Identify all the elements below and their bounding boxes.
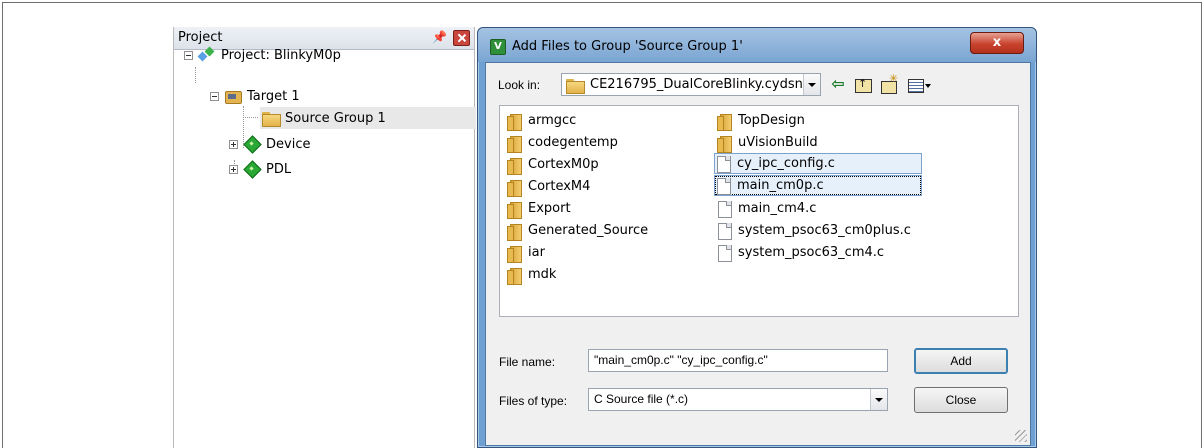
folder-icon [506,223,522,241]
component-icon [243,136,261,152]
item-label: main_cm4.c [738,201,817,216]
tree-node-label: Device [266,136,311,152]
item-label: system_psoc63_cm4.c [738,245,885,260]
target-icon [224,88,242,104]
item-label: CortexM0p [528,157,599,172]
close-button[interactable]: Close [914,387,1008,413]
panel-close-icon[interactable] [453,30,470,46]
file-name-label: File name: [499,355,556,369]
look-in-dropdown[interactable]: CE216795_DualCoreBlinky.cydsn [561,73,821,96]
project-panel-title: Project [178,30,223,45]
folder-icon [506,201,522,219]
file-icon [715,177,731,195]
app-icon: V [490,39,506,55]
tree-node-label: Source Group 1 [285,110,386,126]
tree-node-pdl[interactable]: PDL [229,158,291,180]
folder-icon [716,113,732,131]
tree-guide [243,117,258,118]
item-label: main_cm0p.c [737,178,824,193]
item-label: codegentemp [528,135,618,150]
item-label: CortexM4 [528,179,591,194]
file-icon [716,200,732,218]
folder-icon [262,110,281,127]
folder-icon [506,267,522,285]
file-icon [715,155,731,173]
files-of-type-value: C Source file (*.c) [594,392,689,406]
add-button[interactable]: Add [914,348,1008,374]
tree-node-label: Target 1 [247,88,300,104]
chevron-down-icon[interactable] [803,74,820,95]
item-label: cy_ipc_config.c [737,156,835,171]
chevron-down-icon[interactable] [870,389,887,410]
dialog-body: Look in: CE216795_DualCoreBlinky.cydsn ⇦… [485,62,1031,446]
item-label: iar [528,245,545,260]
folder-icon [566,77,585,94]
folder-icon [506,179,522,197]
pin-icon[interactable]: 📌 [432,30,447,44]
expand-icon[interactable] [229,139,238,149]
file-icon [716,244,732,262]
list-item[interactable]: codegentemp [506,132,618,153]
tree-node-label: Project: BlinkyM0p [221,47,341,63]
files-of-type-select[interactable]: C Source file (*.c) [588,388,888,411]
dialog-titlebar[interactable]: V Add Files to Group 'Source Group 1' x [478,28,1036,62]
folder-icon [716,135,732,153]
folder-icon [506,135,522,153]
folder-icon [506,157,522,175]
up-folder-icon[interactable] [853,75,873,95]
item-label: Generated_Source [528,223,649,238]
file-list[interactable]: armgcc codegentemp CortexM0p CortexM4 Ex… [499,105,1019,317]
component-icon [243,161,261,177]
add-files-dialog: V Add Files to Group 'Source Group 1' x … [477,27,1037,448]
tree-node-project[interactable]: Project: BlinkyM0p [184,44,341,66]
file-icon [716,222,732,240]
tree-node-label: PDL [266,161,292,177]
list-item[interactable]: CortexM4 [506,176,590,197]
list-item[interactable]: Generated_Source [506,220,648,241]
tree-node-device[interactable]: Device [229,133,310,155]
list-item[interactable]: TopDesign [716,110,805,131]
project-icon [198,47,216,63]
dialog-title: Add Files to Group 'Source Group 1' [512,39,743,54]
look-in-value: CE216795_DualCoreBlinky.cydsn [590,77,803,92]
collapse-icon[interactable] [184,50,193,60]
look-in-label: Look in: [498,78,541,92]
list-item[interactable]: uVisionBuild [716,132,818,153]
view-menu-icon[interactable] [906,75,931,95]
tree-node-source-group[interactable]: Source Group 1 [262,107,386,129]
tree-node-target[interactable]: Target 1 [210,85,300,107]
item-label: system_psoc63_cm0plus.c [738,223,911,238]
tree-guide [195,67,196,83]
folder-icon [506,245,522,263]
files-of-type-label: Files of type: [499,394,568,408]
item-label: Export [528,201,571,216]
list-item[interactable]: armgcc [506,110,576,131]
item-label: armgcc [528,113,577,128]
expand-icon[interactable] [229,164,238,174]
list-item-selected[interactable]: cy_ipc_config.c [714,153,922,174]
file-name-input[interactable]: "main_cm0p.c" "cy_ipc_config.c" [588,349,888,372]
list-item-selected[interactable]: main_cm0p.c [714,175,922,196]
collapse-icon[interactable] [210,91,219,101]
list-item[interactable]: mdk [506,264,556,285]
folder-icon [506,113,522,131]
list-item[interactable]: iar [506,242,545,263]
item-label: mdk [528,267,557,282]
list-item[interactable]: system_psoc63_cm0plus.c [716,220,911,241]
list-item[interactable]: CortexM0p [506,154,599,175]
dialog-close-button[interactable]: x [970,32,1024,54]
list-item[interactable]: main_cm4.c [716,198,816,219]
list-item[interactable]: system_psoc63_cm4.c [716,242,884,263]
back-arrow-icon[interactable]: ⇦ [828,75,848,95]
resize-grip-icon[interactable] [1015,430,1027,442]
item-label: uVisionBuild [738,135,818,150]
item-label: TopDesign [738,113,805,128]
new-folder-icon[interactable] [879,72,899,95]
list-item[interactable]: Export [506,198,571,219]
